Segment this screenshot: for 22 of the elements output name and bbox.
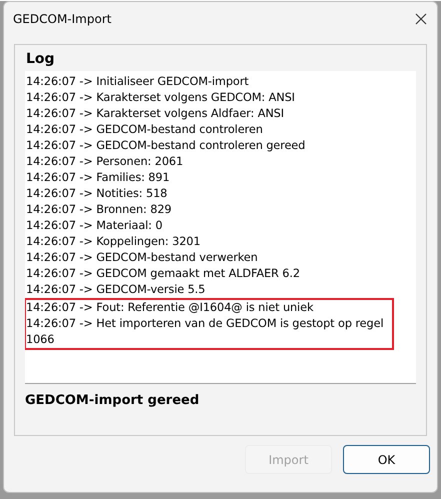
- log-line: 14:26:07 -> Personen: 2061: [26, 154, 184, 170]
- ok-button[interactable]: OK: [343, 445, 430, 474]
- log-line: 14:26:07 -> Families: 891: [26, 170, 171, 186]
- log-line: 14:26:07 -> GEDCOM gemaakt met ALDFAER 6.2: [26, 266, 301, 282]
- status-text: GEDCOM-import gereed: [25, 393, 200, 408]
- log-line: 14:26:07 -> Koppelingen: 3201: [26, 234, 202, 250]
- log-line: 14:26:07 -> Karakterset volgens GEDCOM: ANSI: [26, 90, 296, 106]
- log-line: 14:26:07 -> Fout: Referentie @I1604@ is niet uniek: [26, 300, 314, 316]
- log-line: 14:26:07 -> GEDCOM-bestand controleren: [26, 122, 264, 138]
- log-line: 14:26:07 -> Notities: 518: [26, 186, 168, 202]
- close-button[interactable]: [413, 11, 429, 27]
- log-line: 14:26:07 -> GEDCOM-bestand verwerken: [26, 250, 259, 266]
- log-line: 14:26:07 -> Karakterset volgens Aldfaer: ANSI: [26, 106, 285, 122]
- window-title: GEDCOM-Import: [13, 12, 112, 26]
- log-line: 14:26:07 -> Materiaal: 0: [26, 218, 164, 234]
- log-line: 14:26:07 -> Het importeren van de GEDCOM is gestopt op regel 1066: [26, 316, 384, 348]
- group-title: Log: [26, 51, 56, 67]
- log-line: 14:26:07 -> Initialiseer GEDCOM-import: [26, 74, 250, 90]
- log-line: 14:26:07 -> GEDCOM-bestand controleren gereed: [26, 138, 306, 154]
- log-line: 14:26:07 -> GEDCOM-versie 5.5: [26, 282, 206, 298]
- close-icon: [413, 11, 429, 27]
- log-line: 14:26:07 -> Bronnen: 829: [26, 202, 173, 218]
